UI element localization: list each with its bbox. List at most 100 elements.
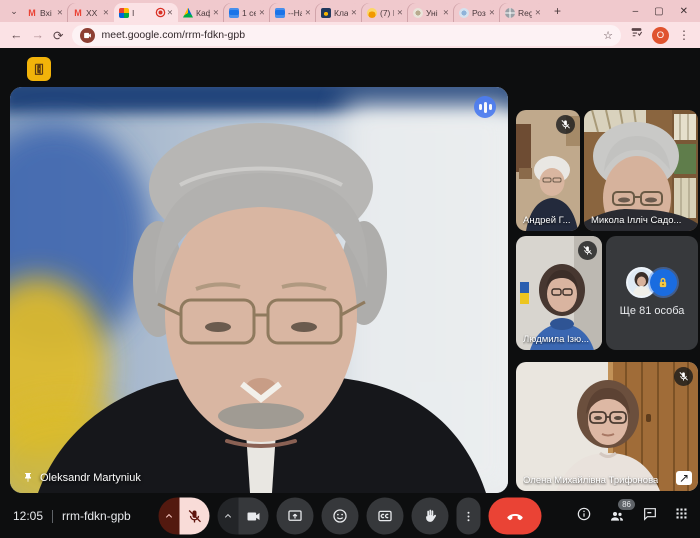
browser-menu-icon[interactable]: ⋮: [678, 28, 690, 42]
mic-off-icon: [674, 367, 693, 386]
participant-tile[interactable]: Людмила Ізю...: [516, 236, 602, 350]
bookmark-star-icon[interactable]: ☆: [603, 29, 613, 42]
tab-label: Уні: [426, 8, 440, 18]
participant-count-badge: 86: [618, 499, 635, 510]
uni-icon: [413, 8, 423, 18]
tab-scroll-chevron-icon[interactable]: ⌄: [6, 3, 22, 19]
window-close-button[interactable]: ✕: [680, 6, 688, 17]
window-minimize-button[interactable]: –: [633, 6, 639, 17]
overflow-count-label: Ще 81 особа: [620, 305, 685, 317]
tab-label: Роз: [472, 8, 486, 18]
tab-close-icon[interactable]: ✕: [535, 8, 541, 17]
tab-label: І: [132, 8, 154, 18]
tab-list: MВхі✕MXX -✕І✕Каф✕1 се✕--На✕Кла✕(7) І✕Уні…: [22, 0, 546, 22]
activities-grid-icon[interactable]: [674, 506, 689, 526]
main-participant-name: Oleksandr Martyniuk: [40, 472, 141, 484]
mic-off-icon: [578, 241, 597, 260]
browser-tab[interactable]: 1 се✕: [224, 3, 270, 22]
captions-button[interactable]: [367, 498, 404, 535]
participants-panel-icon[interactable]: 86: [608, 508, 626, 524]
drive-icon: [183, 8, 193, 18]
gmail-icon: M: [73, 8, 83, 18]
mic-options-chevron-icon[interactable]: [159, 498, 180, 535]
end-call-button[interactable]: [489, 498, 542, 535]
present-screen-button[interactable]: [277, 498, 314, 535]
globe-icon: [505, 8, 515, 18]
meet-icon: [119, 8, 129, 18]
meeting-info-icon[interactable]: [576, 506, 592, 527]
browser-tab[interactable]: Уні✕: [408, 3, 454, 22]
gmail-icon: M: [27, 8, 37, 18]
browser-tab[interactable]: Каф✕: [178, 3, 224, 22]
browser-tab[interactable]: MВхі✕: [22, 3, 68, 22]
participant-name: Микола Ілліч Садо...: [591, 215, 681, 226]
expand-tile-icon[interactable]: [676, 471, 692, 485]
participant-tile[interactable]: Олена Михайлівна Трифонова: [516, 362, 698, 491]
docs-icon: [229, 8, 239, 18]
tab-close-icon[interactable]: ✕: [57, 8, 63, 17]
browser-tab[interactable]: Роз✕: [454, 3, 500, 22]
tab-close-icon[interactable]: ✕: [103, 8, 109, 17]
profile-avatar[interactable]: О: [652, 27, 669, 44]
clock-time: 12:05: [13, 509, 43, 523]
audio-activity-icon: [474, 96, 496, 118]
meeting-code: rrm-fdkn-gpb: [62, 509, 131, 523]
camera-button[interactable]: [239, 498, 269, 535]
browser-tab[interactable]: І✕: [114, 3, 178, 22]
window-maximize-button[interactable]: ▢: [654, 6, 663, 17]
camera-options-chevron-icon[interactable]: [218, 498, 239, 535]
tab-close-icon[interactable]: ✕: [213, 8, 219, 17]
mic-button-group: [159, 498, 210, 535]
extension-icon[interactable]: [630, 26, 643, 44]
meet-control-bar: 12:05 rrm-fdkn-gpb: [0, 494, 700, 538]
url-text: meet.google.com/rrm-fdkn-gpb: [101, 29, 597, 41]
participant-tile[interactable]: Андрей Г...: [516, 110, 580, 231]
more-options-icon[interactable]: [457, 498, 481, 535]
chat-panel-icon[interactable]: [642, 506, 658, 527]
browser-tab[interactable]: MXX -✕: [68, 3, 114, 22]
tab-close-icon[interactable]: ✕: [351, 8, 357, 17]
main-video-frame: [10, 87, 508, 493]
meet-page: Oleksandr Martyniuk Андрей Г...: [0, 48, 700, 494]
photos-icon: [367, 8, 377, 18]
site-favicon-meet-icon: [80, 28, 95, 43]
main-video-tile[interactable]: Oleksandr Martyniuk: [10, 87, 508, 493]
mic-off-icon: [556, 115, 575, 134]
participant-tile[interactable]: Микола Ілліч Садо...: [584, 110, 698, 231]
tab-close-icon[interactable]: ✕: [259, 8, 265, 17]
participant-video: [516, 362, 698, 491]
tab-close-icon[interactable]: ✕: [489, 8, 495, 17]
lock-icon: [650, 269, 677, 296]
roz-icon: [459, 8, 469, 18]
browser-toolbar: ← → ⟳ meet.google.com/rrm-fdkn-gpb ☆ О ⋮: [0, 22, 700, 48]
tab-close-icon[interactable]: ✕: [397, 8, 403, 17]
tab-label: Вхі: [40, 8, 54, 18]
tab-label: 1 се: [242, 8, 256, 18]
participant-name: Людмила Ізю...: [523, 334, 589, 345]
participant-name: Олена Михайлівна Трифонова: [523, 475, 658, 486]
browser-tab[interactable]: --На✕: [270, 3, 316, 22]
tab-close-icon[interactable]: ✕: [167, 8, 173, 17]
browser-tab-strip: ⌄ MВхі✕MXX -✕І✕Каф✕1 се✕--На✕Кла✕(7) І✕У…: [0, 0, 700, 22]
reload-icon[interactable]: ⟳: [53, 28, 63, 43]
browser-tab[interactable]: Reg✕: [500, 3, 546, 22]
forward-icon[interactable]: →: [32, 28, 45, 42]
door-icon[interactable]: [27, 57, 51, 81]
divider: [52, 510, 53, 523]
tab-label: (7) І: [380, 8, 394, 18]
reactions-button[interactable]: [322, 498, 359, 535]
back-icon[interactable]: ←: [10, 28, 23, 42]
raise-hand-button[interactable]: [412, 498, 449, 535]
tab-label: Каф: [196, 8, 210, 18]
tab-close-icon[interactable]: ✕: [305, 8, 311, 17]
new-tab-button[interactable]: +: [546, 4, 569, 18]
address-bar[interactable]: meet.google.com/rrm-fdkn-gpb ☆: [72, 25, 621, 46]
mic-mute-button[interactable]: [180, 498, 210, 535]
overflow-participants-tile[interactable]: Ще 81 особа: [606, 236, 698, 350]
browser-tab[interactable]: Кла✕: [316, 3, 362, 22]
browser-tab[interactable]: (7) І✕: [362, 3, 408, 22]
tab-close-icon[interactable]: ✕: [443, 8, 449, 17]
tab-label: XX -: [86, 8, 100, 18]
docs-icon: [275, 8, 285, 18]
tab-label: Кла: [334, 8, 348, 18]
